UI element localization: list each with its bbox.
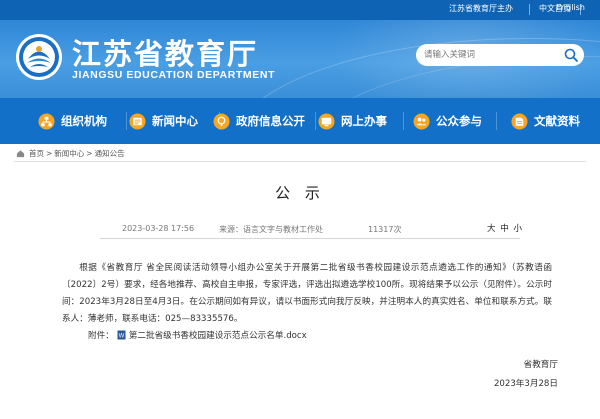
online-service-icon — [318, 112, 335, 130]
nav-item-online-service[interactable]: 网上办事 — [318, 98, 387, 144]
signature: 省教育厅 — [523, 360, 558, 370]
news-icon — [129, 112, 146, 130]
article-views: 11317次 — [368, 225, 402, 234]
nav-divider — [126, 112, 127, 130]
article-body: 根据《省教育厅 省全民阅读活动领导小组办公室关于开展第二批省级书香校园建设示范点… — [62, 260, 552, 328]
search-icon[interactable] — [563, 47, 579, 63]
lang-en-link[interactable]: English — [556, 3, 585, 12]
breadcrumb-divider — [14, 161, 586, 162]
nav-item-gov-info[interactable]: 政府信息公开 — [213, 98, 305, 144]
nav-divider — [403, 112, 404, 130]
attachment-row: 附件： W 第二批省级书香校园建设示范点公示名单.docx — [88, 328, 307, 342]
font-large-button[interactable]: 大 — [487, 224, 496, 234]
breadcrumb-home[interactable]: 首页 — [29, 148, 44, 159]
nav-label: 组织机构 — [61, 114, 107, 128]
article-date: 2023-03-28 17:56 — [122, 224, 195, 233]
nav-label: 新闻中心 — [152, 114, 198, 128]
top-divider — [529, 4, 530, 15]
documents-icon — [511, 112, 528, 130]
breadcrumb-notices[interactable]: 通知公告 — [95, 148, 125, 159]
breadcrumb: 首页 > 新闻中心 > 通知公告 — [16, 146, 125, 160]
font-small-button[interactable]: 小 — [513, 224, 522, 234]
signature-date: 2023年3月28日 — [493, 379, 558, 389]
article-paragraph: 根据《省教育厅 省全民阅读活动领导小组办公室关于开展第二批省级书香校园建设示范点… — [62, 263, 552, 324]
nav-item-news[interactable]: 新闻中心 — [129, 98, 198, 144]
attachment-label: 附件： — [88, 331, 114, 341]
header-banner: 江苏省教育厅 JIANGSU EDUCATION DEPARTMENT — [0, 20, 600, 98]
site-title-en: JIANGSU EDUCATION DEPARTMENT — [72, 69, 276, 81]
home-icon — [16, 149, 25, 157]
nav-label: 文献资料 — [534, 114, 580, 128]
article-source: 来源：语言文字与教材工作处 — [219, 225, 323, 234]
font-size-switch: 大 中 小 — [486, 222, 523, 234]
search-input[interactable] — [424, 47, 556, 63]
public-participation-icon — [413, 112, 430, 130]
nav-label: 政府信息公开 — [236, 114, 305, 128]
breadcrumb-separator: > — [86, 148, 93, 158]
gov-info-icon — [213, 112, 230, 130]
breadcrumb-separator: > — [46, 148, 53, 158]
search-box — [416, 44, 584, 66]
svg-text:W: W — [118, 334, 124, 340]
article-title: 公 示 — [275, 184, 325, 202]
attachment-link[interactable]: 第二批省级书香校园建设示范点公示名单.docx — [129, 329, 307, 341]
host-text: 江苏省教育厅主办 — [449, 4, 513, 13]
nav-label: 网上办事 — [341, 114, 387, 128]
meta-divider — [100, 238, 520, 239]
main-nav: 组织机构 新闻中心 政府信息公开 网上办事 公众参与 文献资料 — [0, 98, 600, 144]
nav-item-documents[interactable]: 文献资料 — [511, 98, 580, 144]
site-title: 江苏省教育厅 — [72, 37, 259, 71]
org-chart-icon — [38, 112, 55, 130]
jiangsu-education-emblem-icon[interactable] — [14, 32, 64, 82]
nav-item-org[interactable]: 组织机构 — [38, 98, 107, 144]
nav-label: 公众参与 — [436, 114, 482, 128]
font-medium-button[interactable]: 中 — [500, 224, 509, 234]
top-strip: 江苏省教育厅主办 中文首页 — [0, 0, 600, 20]
nav-item-public-participation[interactable]: 公众参与 — [413, 98, 482, 144]
breadcrumb-news-center[interactable]: 新闻中心 — [54, 148, 84, 159]
nav-divider — [315, 112, 316, 130]
word-doc-icon: W — [117, 330, 126, 340]
nav-divider — [496, 112, 497, 130]
